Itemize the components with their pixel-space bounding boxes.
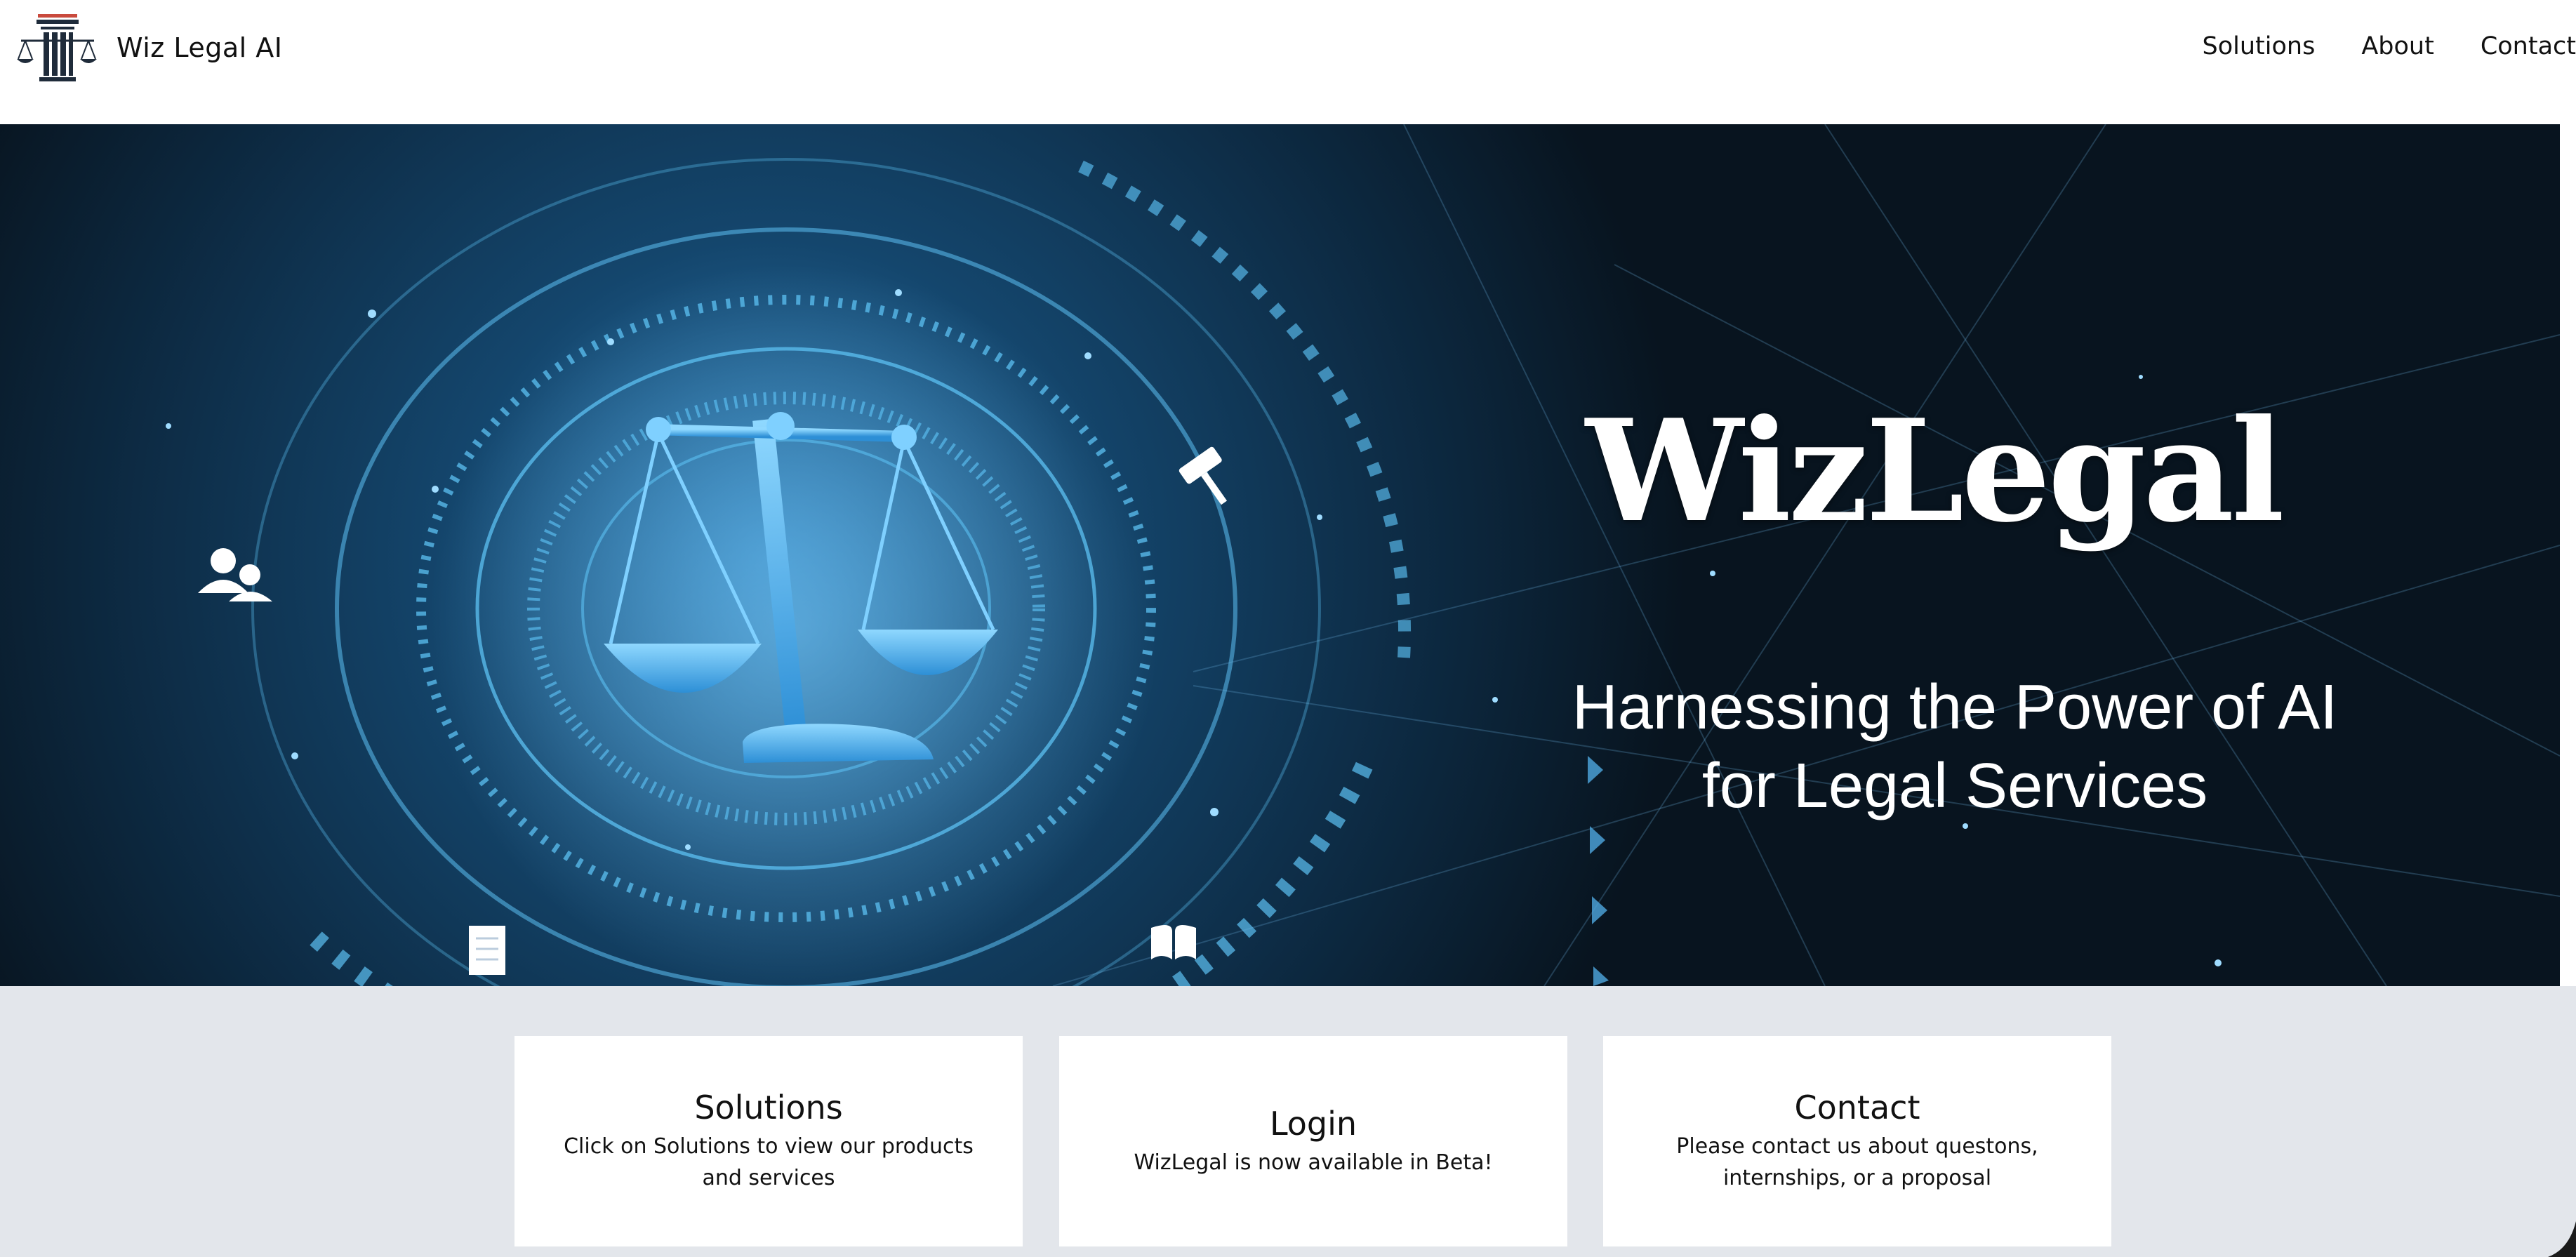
document-icon bbox=[469, 926, 505, 975]
page-corner-mark bbox=[2548, 1221, 2576, 1257]
login-card[interactable]: Login WizLegal is now available in Beta! bbox=[1059, 1036, 1567, 1246]
hero-subtitle-line1: Harnessing the Power of AI bbox=[1572, 672, 2338, 743]
hero-banner: WizLegal Harnessing the Power of AI for … bbox=[0, 124, 2560, 986]
card-description: Please contact us about questons, intern… bbox=[1676, 1134, 2038, 1190]
card-description: WizLegal is now available in Beta! bbox=[1134, 1150, 1493, 1175]
scales-pillar-logo-icon[interactable] bbox=[15, 13, 98, 83]
cards-section: Solutions Click on Solutions to view our… bbox=[0, 986, 2576, 1257]
main-nav: Solutions About Contact bbox=[2156, 32, 2576, 60]
card-description: Click on Solutions to view our products … bbox=[564, 1134, 974, 1190]
solutions-card[interactable]: Solutions Click on Solutions to view our… bbox=[514, 1036, 1023, 1246]
nav-link-about[interactable]: About bbox=[2361, 32, 2434, 60]
card-title: Solutions bbox=[694, 1089, 843, 1126]
hero-title: WizLegal bbox=[1586, 389, 2285, 554]
brand-title[interactable]: Wiz Legal AI bbox=[117, 32, 282, 63]
hero-subtitle-line2: for Legal Services bbox=[1701, 751, 2208, 821]
card-title: Contact bbox=[1794, 1089, 1920, 1126]
nav-link-solutions[interactable]: Solutions bbox=[2203, 32, 2316, 60]
nav-link-contact[interactable]: Contact bbox=[2481, 32, 2576, 60]
hero-subtitle: Harnessing the Power of AI for Legal Ser… bbox=[1495, 668, 2415, 825]
site-header: Wiz Legal AI Solutions About Contact bbox=[0, 0, 2576, 124]
brand[interactable]: Wiz Legal AI bbox=[15, 13, 282, 83]
contact-card[interactable]: Contact Please contact us about questons… bbox=[1603, 1036, 2111, 1246]
card-title: Login bbox=[1269, 1104, 1357, 1143]
hero-background-graphic bbox=[0, 124, 2560, 986]
